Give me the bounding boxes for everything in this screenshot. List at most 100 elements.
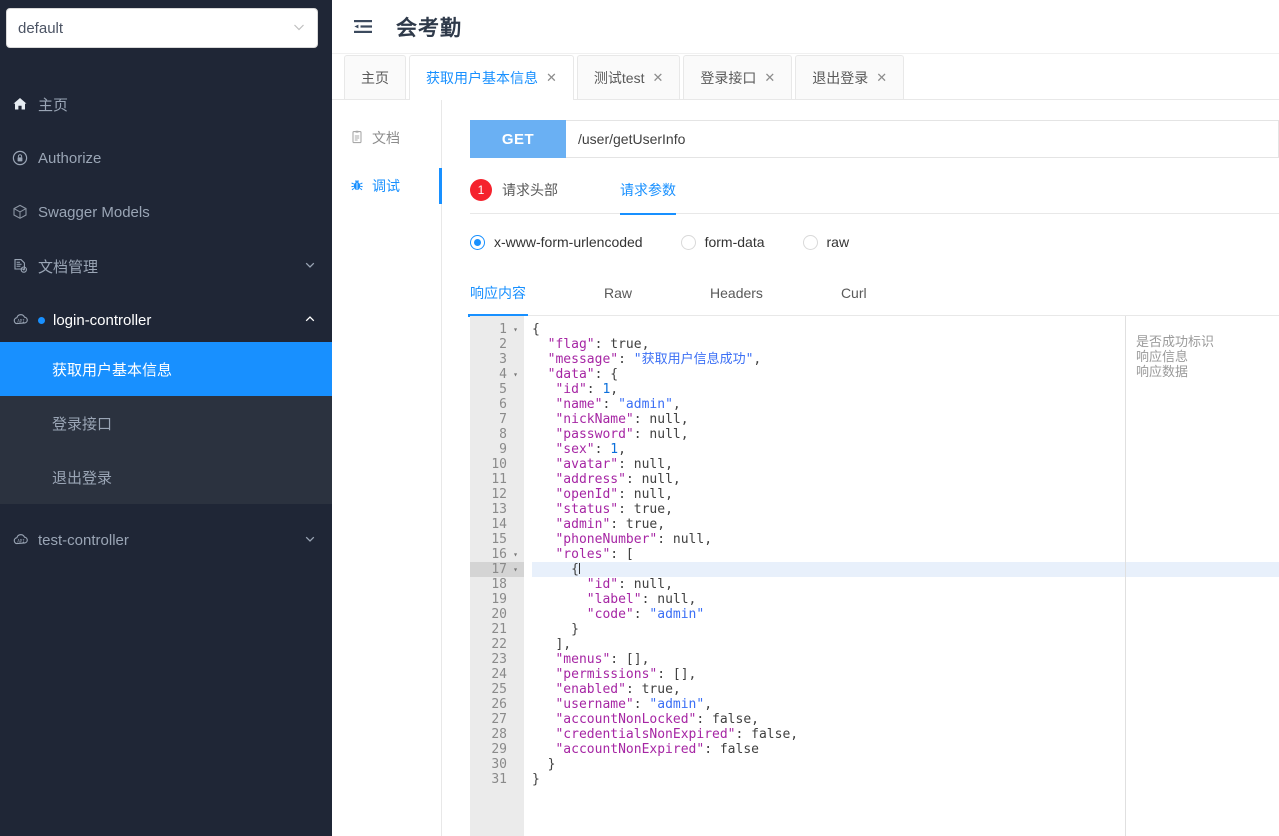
radio-button-icon [470,234,485,250]
sidebar-item-label: Swagger Models [38,203,150,221]
body-type-radio-group: x-www-form-urlencoded form-data raw [470,214,1279,270]
line-number: 31 [491,772,507,787]
sidebar-item-label: login-controller [53,311,152,329]
tab-request-headers[interactable]: 1 请求头部 [470,166,558,214]
fold-toggle-icon[interactable]: ▾ [511,322,518,337]
code-line: { [532,562,1125,577]
sidebar-nav: 主页 Authorize Swagger Models 文档管理 API log… [0,82,332,562]
sidebar-item-home[interactable]: 主页 [0,82,332,126]
code-line: "enabled": true, [555,682,681,697]
code-line: "roles": [ [555,547,634,562]
json-code-editor[interactable]: 1 ▾ 2 3 4 ▾ 5 6 7 8 9 10 11 12 13 14 15 16 ▾ 17 ▾ 18 19 20 21 22 2… [470,316,1125,836]
code-line: "avatar": null, [555,457,673,472]
text-caret [578,563,580,574]
line-number: 22 [491,637,507,652]
line-number: 6 [499,397,507,412]
line-number: 29 [491,742,507,757]
code-line: "name": "admin", [555,397,681,412]
sidebar-item-doc-management[interactable]: 文档管理 [0,244,332,288]
line-number: 16 ▾ [491,547,518,562]
code-content[interactable]: { "flag": true, "message": "获取用户信息成功", "… [524,316,1125,836]
subnav-item-doc[interactable]: 文档 [332,114,441,162]
radio-form-data[interactable]: form-data [680,234,765,250]
url-row: GET /user/getUserInfo [470,120,1279,158]
code-line: "permissions": [], [555,667,697,682]
line-number-gutter: 1 ▾ 2 3 4 ▾ 5 6 7 8 9 10 11 12 13 14 15 16 ▾ 17 ▾ 18 19 20 21 22 2… [470,316,524,836]
close-icon[interactable]: ✕ [652,70,663,86]
line-number: 23 [491,652,507,667]
project-select-wrapper: default [0,0,332,48]
code-line: } [532,757,556,772]
bug-icon [350,178,364,195]
tab-response-headers[interactable]: Headers [710,270,763,316]
radio-raw[interactable]: raw [802,234,849,250]
tab-label: 登录接口 [700,69,757,86]
line-number: 9 [499,442,507,457]
tab-label: 主页 [361,69,389,86]
cube-icon [12,204,38,220]
response-tab-label: Raw [604,284,633,301]
url-input[interactable]: /user/getUserInfo [566,120,1279,158]
close-icon[interactable]: ✕ [876,70,887,86]
code-line: "data": { [547,367,619,382]
line-number: 24 [491,667,507,682]
tab-response-curl[interactable]: Curl [841,270,867,316]
fold-toggle-icon[interactable]: ▾ [511,547,518,562]
subnav-item-label: 调试 [372,178,400,194]
code-line: { [532,322,540,337]
sidebar-item-label: 文档管理 [38,258,99,276]
cloud-api-icon: API [12,532,38,548]
radio-button-icon [802,234,818,250]
tab-logout[interactable]: 退出登录 ✕ [795,55,905,99]
home-icon [12,96,38,112]
fold-toggle-icon[interactable]: ▾ [511,562,518,577]
request-tabs: 1 请求头部 请求参数 [470,166,1279,215]
code-line: } [532,772,540,787]
field-description: 响应数据 [1136,364,1189,379]
sidebar-subitem-get-user-info[interactable]: 获取用户基本信息 [0,342,332,396]
sidebar-item-authorize[interactable]: Authorize [0,136,332,180]
code-line: "openId": null, [555,487,673,502]
tab-home[interactable]: 主页 [344,55,406,99]
project-select-value: default [18,19,64,37]
close-icon[interactable]: ✕ [764,70,775,86]
tab-response-raw[interactable]: Raw [604,270,632,316]
sidebar-item-login-controller[interactable]: API login-controller [0,298,332,342]
chevron-up-icon [304,313,316,328]
tab-get-user-info[interactable]: 获取用户基本信息 ✕ [409,55,574,100]
close-icon[interactable]: ✕ [546,70,557,86]
tab-bar: 主页 获取用户基本信息 ✕ 测试test ✕ 登录接口 ✕ 退出登录 ✕ [332,54,1279,100]
page-title: 会考勤 [396,16,462,40]
field-description: 是否成功标识 [1136,334,1215,349]
code-line: "admin": true, [555,517,666,532]
tab-request-params[interactable]: 请求参数 [620,166,676,215]
code-line: "accountNonLocked": false, [555,712,759,727]
tab-response-content[interactable]: 响应内容 [468,270,528,317]
line-number: 27 [491,712,507,727]
status-badge: 1 [470,178,492,201]
code-line: "phoneNumber": null, [555,532,713,547]
sidebar-subitem-logout[interactable]: 退出登录 [0,450,332,504]
sidebar-subitem-label: 获取用户基本信息 [52,361,173,379]
menu-fold-icon[interactable] [352,16,374,38]
response-tab-label: 响应内容 [470,284,526,301]
line-number: 19 [491,592,507,607]
sidebar-subitem-login[interactable]: 登录接口 [0,396,332,450]
sidebar-item-swagger-models[interactable]: Swagger Models [0,190,332,234]
tab-test[interactable]: 测试test ✕ [576,55,681,99]
line-number: 5 [499,382,507,397]
code-line: "code": "admin" [586,607,705,622]
line-number: 15 [491,532,507,547]
fold-toggle-icon[interactable]: ▾ [511,367,518,382]
svg-text:API: API [17,319,25,324]
radio-x-www-form-urlencoded[interactable]: x-www-form-urlencoded [470,234,643,250]
code-line: "status": true, [555,502,673,517]
tab-login[interactable]: 登录接口 ✕ [683,55,793,99]
subnav-item-debug[interactable]: 调试 [332,162,442,210]
sidebar-item-label: Authorize [38,149,102,167]
code-line: "address": null, [555,472,681,487]
request-tab-label: 请求头部 [502,181,558,198]
project-select[interactable]: default [6,8,318,48]
sidebar-item-test-controller[interactable]: API test-controller [0,518,332,562]
http-method-select[interactable]: GET [470,120,566,158]
